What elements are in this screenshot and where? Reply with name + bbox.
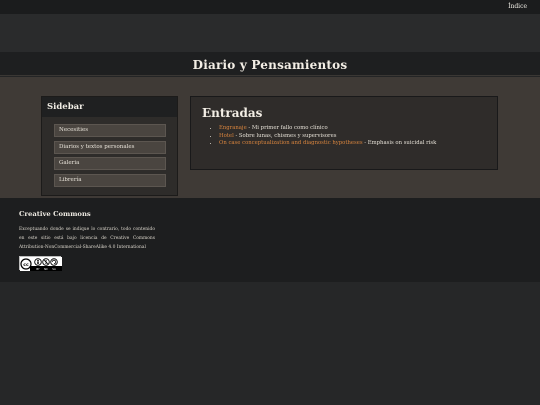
site-title: Diario y Pensamientos xyxy=(192,58,348,72)
list-item: Hotel - Sobre lunas, chismes y superviso… xyxy=(219,133,497,141)
sidebar-item-necesities[interactable]: Necesities xyxy=(54,124,166,137)
cc-by-nc-sa-icon: cc $ BY NC SA xyxy=(20,257,62,271)
badge-label-sa: SA xyxy=(52,267,56,271)
sidebar-item-diarios[interactable]: Diarios y textos personales xyxy=(54,140,166,154)
sidebar-item-libreria[interactable]: Librería xyxy=(54,173,166,187)
list-item: Engranaje - Mi primer fallo como clínico xyxy=(219,125,497,133)
list-item: On case conceptualization and diagnostic… xyxy=(219,140,497,148)
header-spacer xyxy=(0,14,540,52)
entry-description: - Emphasis on suicidal risk xyxy=(362,140,437,147)
entry-link-case-conceptualization[interactable]: On case conceptualization and diagnostic… xyxy=(219,140,363,146)
page-bottom xyxy=(0,282,540,405)
sidebar-header: Sidebar xyxy=(42,97,177,117)
entry-link-engranaje[interactable]: Engranaje xyxy=(219,125,247,131)
entries-panel: Entradas Engranaje - Mi primer fallo com… xyxy=(190,96,498,170)
entry-description: - Mi primer fallo como clínico xyxy=(246,125,328,131)
site-header: Diario y Pensamientos xyxy=(0,52,540,76)
sidebar: Sidebar Necesities Diarios y textos pers… xyxy=(41,96,178,196)
entries-heading: Entradas xyxy=(202,106,263,120)
cc-license-badge[interactable]: cc $ BY NC SA xyxy=(19,256,62,271)
license-text: Exceptuando donde se indique lo contrari… xyxy=(19,227,155,250)
entry-description: - Sobre lunas, chismes y supervisores xyxy=(233,132,337,139)
footer: Creative Commons Exceptuando donde se in… xyxy=(0,198,540,282)
svg-text:cc: cc xyxy=(23,263,29,268)
badge-label-by: BY xyxy=(36,267,40,271)
footer-heading: Creative Commons xyxy=(19,210,91,218)
index-link[interactable]: Índice xyxy=(508,3,527,10)
entries-list: Engranaje - Mi primer fallo como clínico… xyxy=(202,125,497,148)
sidebar-heading: Sidebar xyxy=(47,102,84,112)
top-nav-bar: Índice xyxy=(0,0,540,14)
entry-link-hotel[interactable]: Hotel xyxy=(219,133,234,139)
sidebar-menu: Necesities Diarios y textos personales G… xyxy=(42,117,177,187)
sidebar-item-galeria[interactable]: Galeria xyxy=(54,157,166,170)
badge-label-nc: NC xyxy=(44,267,48,271)
